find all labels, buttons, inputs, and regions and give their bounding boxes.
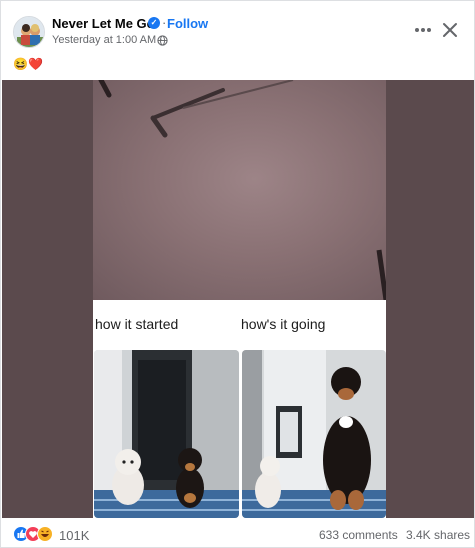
haha-icon bbox=[37, 526, 53, 542]
more-options-icon[interactable] bbox=[412, 19, 434, 41]
puppies-illustration bbox=[94, 350, 239, 518]
verified-badge-icon: ✓ bbox=[148, 17, 160, 29]
caption-hows-it-going: how's it going bbox=[241, 316, 326, 332]
reactions-summary[interactable] bbox=[13, 526, 57, 542]
shares-count[interactable]: 3.4K shares bbox=[406, 528, 470, 542]
follow-button[interactable]: Follow bbox=[167, 16, 208, 31]
post-text: 😆❤️ bbox=[13, 57, 43, 71]
close-icon[interactable] bbox=[441, 21, 459, 39]
meme-image: how it started how's it going bbox=[93, 80, 386, 518]
separator-dot: · bbox=[162, 15, 167, 30]
post-media[interactable]: how it started how's it going bbox=[2, 80, 474, 518]
caption-how-it-started: how it started bbox=[95, 316, 179, 332]
timestamp-text: Yesterday at 1:00 AM bbox=[52, 34, 157, 46]
avatar[interactable] bbox=[13, 16, 45, 48]
author-name[interactable]: Never Let Me Go bbox=[52, 16, 155, 31]
grown-dogs-illustration bbox=[242, 350, 386, 518]
post-timestamp[interactable]: Yesterday at 1:00 AM · bbox=[52, 34, 163, 46]
photo-puppies bbox=[94, 350, 239, 518]
reaction-count[interactable]: 101K bbox=[59, 528, 89, 543]
photo-grown-dogs bbox=[242, 350, 386, 518]
meme-blurry-photo bbox=[93, 80, 386, 301]
ceiling-fixture-graphic bbox=[98, 80, 386, 301]
post-card: Never Let Me Go ✓ · Follow Yesterday at … bbox=[0, 0, 475, 548]
post-header: Never Let Me Go ✓ · Follow Yesterday at … bbox=[1, 1, 474, 57]
comments-count[interactable]: 633 comments bbox=[319, 528, 398, 542]
globe-icon bbox=[157, 35, 168, 46]
post-footer: 101K 633 comments 3.4K shares bbox=[1, 518, 474, 548]
avatar-image bbox=[14, 17, 44, 47]
